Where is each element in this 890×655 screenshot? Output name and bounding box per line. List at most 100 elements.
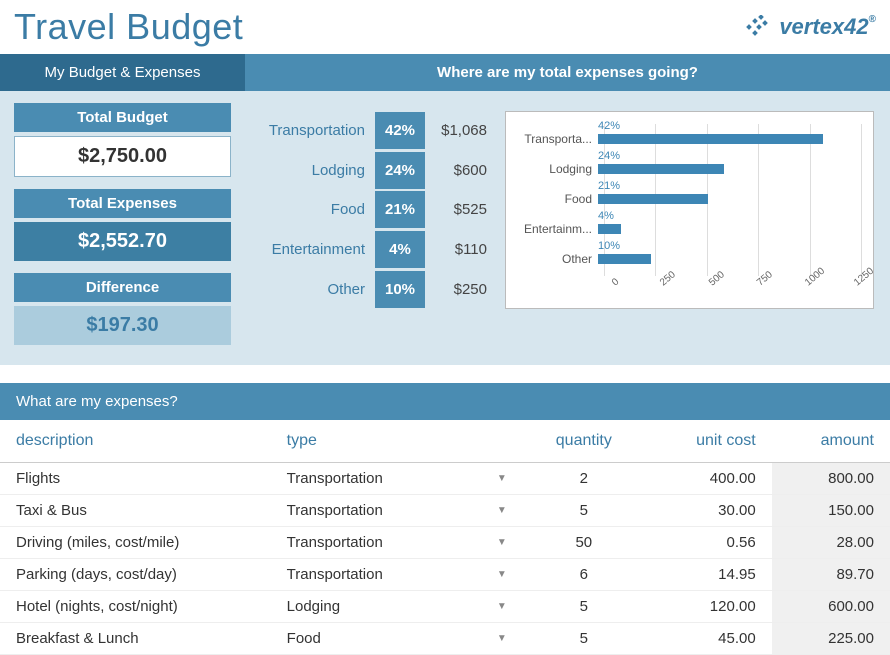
total-expenses-value: $2,552.70	[14, 222, 231, 261]
chart-bar-label: 21%	[598, 180, 620, 192]
allocation-panel: Where are my total expenses going? Trans…	[245, 54, 890, 365]
category-amount: $600	[425, 152, 495, 189]
category-label: Other	[245, 271, 375, 308]
vertex-logo-icon	[745, 15, 773, 39]
cell-amount: 600.00	[772, 591, 890, 623]
cell-quantity[interactable]: 5	[523, 591, 645, 623]
col-amount[interactable]: amount	[772, 420, 890, 463]
cell-description[interactable]: Breakfast & Lunch	[0, 623, 271, 655]
expense-table: description type quantity unit cost amou…	[0, 420, 890, 655]
category-amount: $110	[425, 231, 495, 268]
budget-summary-panel: My Budget & Expenses Total Budget $2,750…	[0, 54, 245, 365]
category-percent: 21%	[375, 191, 425, 228]
category-label: Food	[245, 191, 375, 228]
cell-type[interactable]: Food▼	[271, 623, 523, 655]
total-expenses-label: Total Expenses	[14, 189, 231, 218]
chart-bar-label: 42%	[598, 120, 620, 132]
table-row: Breakfast & LunchFood▼545.00225.00	[0, 623, 890, 655]
cell-description[interactable]: Flights	[0, 463, 271, 495]
category-percent: 42%	[375, 112, 425, 149]
cell-type[interactable]: Transportation▼	[271, 495, 523, 527]
cell-amount: 225.00	[772, 623, 890, 655]
cell-unit-cost[interactable]: 120.00	[645, 591, 772, 623]
table-row: Parking (days, cost/day)Transportation▼6…	[0, 559, 890, 591]
cell-type[interactable]: Transportation▼	[271, 527, 523, 559]
category-percent: 10%	[375, 271, 425, 308]
chart-category-label: Transporta...	[518, 132, 598, 146]
chart-row: Other10%	[518, 244, 861, 274]
cell-unit-cost[interactable]: 30.00	[645, 495, 772, 527]
table-row: Hotel (nights, cost/night)Lodging▼5120.0…	[0, 591, 890, 623]
category-amount: $250	[425, 271, 495, 308]
dropdown-caret-icon[interactable]: ▼	[497, 537, 507, 548]
chart-bar-label: 24%	[598, 150, 620, 162]
cell-description[interactable]: Taxi & Bus	[0, 495, 271, 527]
category-breakdown-table: Transportation42%$1,068 Lodging24%$600 Foo…	[245, 111, 495, 309]
category-percent: 4%	[375, 231, 425, 268]
chart-bar: 4%	[598, 224, 621, 234]
chart-category-label: Lodging	[518, 162, 598, 176]
chart-bar: 24%	[598, 164, 724, 174]
cell-type[interactable]: Transportation▼	[271, 463, 523, 495]
cell-type[interactable]: Lodging▼	[271, 591, 523, 623]
category-amount: $1,068	[425, 112, 495, 149]
table-row: Driving (miles, cost/mile)Transportation…	[0, 527, 890, 559]
dropdown-caret-icon[interactable]: ▼	[497, 505, 507, 516]
dropdown-caret-icon[interactable]: ▼	[497, 569, 507, 580]
budget-panel-header: My Budget & Expenses	[0, 54, 245, 91]
category-label: Lodging	[245, 152, 375, 189]
col-quantity[interactable]: quantity	[523, 420, 645, 463]
chart-row: Entertainm...4%	[518, 214, 861, 244]
chart-category-label: Entertainm...	[518, 222, 598, 236]
cell-type[interactable]: Transportation▼	[271, 559, 523, 591]
chart-bar-label: 4%	[598, 210, 614, 222]
chart-row: Food21%	[518, 184, 861, 214]
cell-unit-cost[interactable]: 400.00	[645, 463, 772, 495]
col-unit-cost[interactable]: unit cost	[645, 420, 772, 463]
cell-unit-cost[interactable]: 45.00	[645, 623, 772, 655]
chart-category-label: Other	[518, 252, 598, 266]
cell-amount: 150.00	[772, 495, 890, 527]
col-description[interactable]: description	[0, 420, 271, 463]
chart-bar: 21%	[598, 194, 708, 204]
cell-amount: 28.00	[772, 527, 890, 559]
difference-value: $197.30	[14, 306, 231, 345]
category-bar-chart: Transporta...42%Lodging24%Food21%Enterta…	[505, 111, 874, 309]
cell-unit-cost[interactable]: 0.56	[645, 527, 772, 559]
chart-bar: 42%	[598, 134, 823, 144]
chart-bar: 10%	[598, 254, 651, 264]
category-label: Entertainment	[245, 231, 375, 268]
chart-row: Lodging24%	[518, 154, 861, 184]
cell-quantity[interactable]: 2	[523, 463, 645, 495]
cell-description[interactable]: Driving (miles, cost/mile)	[0, 527, 271, 559]
brand-logo: vertex42®	[745, 14, 876, 40]
page-title: Travel Budget	[14, 6, 243, 48]
dropdown-caret-icon[interactable]: ▼	[497, 633, 507, 644]
col-type[interactable]: type	[271, 420, 523, 463]
chart-row: Transporta...42%	[518, 124, 861, 154]
difference-label: Difference	[14, 273, 231, 302]
chart-category-label: Food	[518, 192, 598, 206]
total-budget-value[interactable]: $2,750.00	[14, 136, 231, 177]
cell-quantity[interactable]: 50	[523, 527, 645, 559]
total-budget-label: Total Budget	[14, 103, 231, 132]
category-amount: $525	[425, 191, 495, 228]
cell-description[interactable]: Hotel (nights, cost/night)	[0, 591, 271, 623]
cell-quantity[interactable]: 5	[523, 495, 645, 527]
category-label: Transportation	[245, 112, 375, 149]
brand-text: vertex42	[779, 14, 868, 39]
cell-quantity[interactable]: 6	[523, 559, 645, 591]
chart-axis-tick: 0	[610, 276, 621, 288]
cell-quantity[interactable]: 5	[523, 623, 645, 655]
category-percent: 24%	[375, 152, 425, 189]
table-row: FlightsTransportation▼2400.00800.00	[0, 463, 890, 495]
cell-description[interactable]: Parking (days, cost/day)	[0, 559, 271, 591]
cell-amount: 800.00	[772, 463, 890, 495]
dropdown-caret-icon[interactable]: ▼	[497, 473, 507, 484]
expense-table-header: What are my expenses?	[0, 383, 890, 420]
table-row: Taxi & BusTransportation▼530.00150.00	[0, 495, 890, 527]
dropdown-caret-icon[interactable]: ▼	[497, 601, 507, 612]
chart-bar-label: 10%	[598, 240, 620, 252]
allocation-panel-header: Where are my total expenses going?	[245, 54, 890, 91]
cell-unit-cost[interactable]: 14.95	[645, 559, 772, 591]
